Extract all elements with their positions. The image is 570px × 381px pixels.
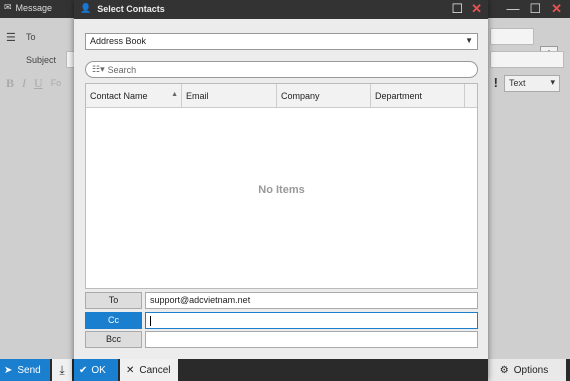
send-button[interactable]: ➤ Send [0, 359, 50, 381]
format-toolbar: B I U Fo [6, 76, 61, 91]
gear-icon: ⚙ [499, 364, 509, 376]
address-book-select[interactable]: Address Book ▼ [85, 33, 478, 50]
to-field[interactable]: support@adcvietnam.net [145, 292, 478, 309]
column-department[interactable]: Department [371, 84, 465, 108]
minimize-icon[interactable]: — [506, 1, 519, 17]
cc-field[interactable] [145, 312, 478, 329]
column-label: Contact Name [90, 91, 148, 101]
chevron-down-icon: ▼ [465, 36, 473, 45]
cancel-button[interactable]: ✕ Cancel [120, 359, 178, 381]
composer-title-text: Message [15, 2, 53, 13]
bcc-field[interactable] [145, 331, 478, 348]
address-book-value: Address Book [90, 36, 147, 46]
close-icon[interactable]: ✕ [551, 1, 562, 17]
paper-plane-icon: ➤ [4, 364, 13, 376]
dialog-title: 👤 Select Contacts [80, 3, 165, 14]
bcc-button[interactable]: Bcc [85, 331, 142, 348]
address-list-icon[interactable]: ☰ [6, 31, 16, 44]
save-draft-button[interactable]: ⤓ [52, 359, 72, 381]
dialog-titlebar: 👤 Select Contacts ☐ ✕ [74, 0, 488, 19]
to-input[interactable] [490, 28, 534, 45]
send-label: Send [17, 364, 41, 376]
contacts-table: Contact Name ▲ Email Company Department … [85, 83, 478, 289]
subject-input-right[interactable] [490, 51, 564, 68]
table-header: Contact Name ▲ Email Company Department [86, 84, 477, 108]
ok-label: OK [91, 364, 106, 376]
recipient-row-cc: Cc [85, 312, 478, 329]
dialog-title-text: Select Contacts [97, 3, 165, 14]
maximize-icon[interactable]: ☐ [451, 1, 463, 17]
to-button[interactable]: To [85, 292, 142, 309]
dialog-body: Address Book ▼ ☷▾ Search Contact Name ▲ … [74, 19, 488, 359]
envelope-icon: ✉ [4, 2, 12, 12]
composer-window-controls: — ☐ ✕ [506, 1, 562, 17]
importance-button[interactable]: ! [494, 75, 498, 90]
bold-button[interactable]: B [6, 76, 14, 91]
recipient-row-bcc: Bcc [85, 331, 478, 348]
composer-title: ✉ Message [4, 2, 52, 13]
sort-ascending-icon: ▲ [171, 91, 178, 98]
x-icon: ✕ [126, 364, 135, 376]
person-icon: 👤 [80, 3, 92, 13]
cc-button[interactable]: Cc [85, 312, 142, 329]
italic-button[interactable]: I [22, 76, 26, 91]
subject-label: Subject [26, 55, 57, 65]
checkmark-icon: ✔ [79, 364, 88, 376]
empty-state: No Items [258, 184, 305, 196]
dialog-footer: ✔ OK ✕ Cancel [74, 359, 488, 381]
dialog-window-controls: ☐ ✕ [451, 1, 482, 17]
search-input[interactable]: ☷▾ Search [85, 61, 478, 78]
search-placeholder: Search [107, 64, 137, 75]
underline-button[interactable]: U [34, 76, 43, 91]
options-button[interactable]: ⚙ Options [482, 359, 566, 381]
select-contacts-dialog: 👤 Select Contacts ☐ ✕ Address Book ▼ ☷▾ … [74, 0, 488, 381]
column-email[interactable]: Email [182, 84, 277, 108]
options-label: Options [513, 364, 549, 376]
column-contact-name[interactable]: Contact Name ▲ [86, 84, 182, 108]
column-label: Department [375, 91, 423, 101]
ok-button[interactable]: ✔ OK [74, 359, 118, 381]
column-company[interactable]: Company [277, 84, 371, 108]
contact-filter-icon[interactable]: ☷▾ [92, 64, 105, 75]
column-label: Email [186, 91, 209, 101]
text-format-select[interactable]: Text [504, 75, 560, 92]
close-icon[interactable]: ✕ [471, 1, 482, 17]
column-label: Company [281, 91, 320, 101]
recipient-row-to: To support@adcvietnam.net [85, 292, 478, 309]
cancel-label: Cancel [139, 364, 171, 376]
to-label: To [26, 32, 36, 42]
maximize-icon[interactable]: ☐ [529, 1, 541, 17]
font-select[interactable]: Fo [51, 76, 62, 91]
download-icon: ⤓ [59, 363, 65, 377]
